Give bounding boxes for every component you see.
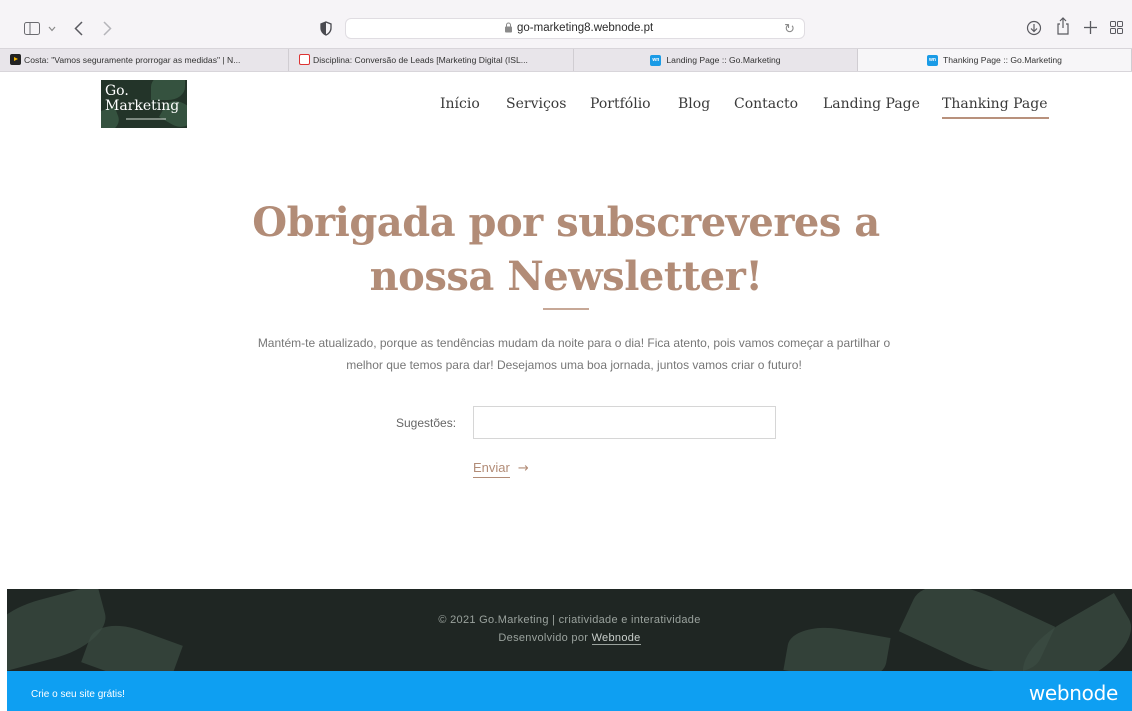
page-title: Obrigada por subscreveres a nossa Newsle… (252, 199, 880, 300)
webnode-icon: wn (927, 54, 939, 66)
tab-landing-page[interactable]: wn Landing Page :: Go.Marketing (574, 49, 858, 71)
active-nav-indicator (942, 117, 1049, 119)
download-icon[interactable] (1026, 20, 1042, 36)
developed-by: Desenvolvido por Webnode (7, 632, 1132, 645)
webnode-link[interactable]: Webnode (591, 632, 641, 645)
logo-tagline-mark (126, 118, 166, 120)
back-icon[interactable] (74, 21, 83, 36)
site-footer: © 2021 Go.Marketing | criatividade e int… (7, 589, 1132, 671)
main-nav: Início Serviços Portfólio Blog Contacto … (0, 96, 1132, 118)
plus-icon[interactable] (1084, 21, 1097, 34)
tab-bar: Costa: "Vamos seguramente prorrogar as m… (0, 48, 1132, 72)
title-divider (543, 308, 589, 310)
chevron-down-icon[interactable] (48, 26, 56, 32)
suggestions-label: Sugestões: (396, 416, 457, 430)
url-text: go-marketing8.webnode.pt (517, 22, 654, 34)
copyright-text: © 2021 Go.Marketing | criatividade e int… (438, 614, 701, 626)
lock-icon (505, 22, 512, 33)
tab-title: Thanking Page :: Go.Marketing (943, 55, 1062, 65)
webnode-banner: Crie o seu site grátis! webnode (7, 671, 1132, 711)
nav-item-blog[interactable]: Blog (678, 96, 710, 112)
create-site-link[interactable]: Crie o seu site grátis! (31, 689, 125, 700)
developed-prefix: Desenvolvido por (498, 632, 589, 644)
tab-title: Disciplina: Conversão de Leads [Marketin… (313, 55, 528, 65)
submit-button[interactable]: Enviar → (473, 460, 529, 478)
browser-toolbar: go-marketing8.webnode.pt ↻ (0, 0, 1132, 48)
reload-icon[interactable]: ↻ (784, 21, 795, 37)
tab-costa[interactable]: Costa: "Vamos seguramente prorrogar as m… (0, 49, 289, 71)
suggestions-input[interactable] (473, 406, 776, 439)
tab-thanking-page[interactable]: wn Thanking Page :: Go.Marketing (858, 49, 1132, 71)
arrow-right-icon: → (517, 461, 529, 476)
address-bar[interactable]: go-marketing8.webnode.pt ↻ (345, 18, 805, 39)
intro-text: Mantém-te atualizado, porque as tendênci… (257, 336, 891, 372)
tab-title: Costa: "Vamos seguramente prorrogar as m… (24, 55, 241, 65)
nav-item-servicos[interactable]: Serviços (506, 96, 566, 112)
nav-item-thanking-page[interactable]: Thanking Page (942, 96, 1048, 112)
submit-label: Enviar (473, 460, 510, 478)
tab-title: Landing Page :: Go.Marketing (666, 55, 781, 65)
webnode-logo[interactable]: webnode (1029, 681, 1118, 705)
share-icon[interactable] (1056, 17, 1070, 35)
nav-item-portfolio[interactable]: Portfólio (590, 96, 651, 112)
nav-item-inicio[interactable]: Início (440, 96, 480, 112)
sidebar-icon[interactable] (24, 22, 40, 35)
tab-disciplina[interactable]: Disciplina: Conversão de Leads [Marketin… (289, 49, 574, 71)
nav-item-contacto[interactable]: Contacto (734, 96, 798, 112)
forward-icon[interactable] (103, 21, 112, 36)
webnode-icon: wn (650, 54, 662, 66)
shield-icon[interactable] (320, 21, 332, 36)
nav-item-landing-page[interactable]: Landing Page (823, 96, 920, 112)
document-icon (299, 54, 310, 65)
tab-grid-icon[interactable] (1110, 21, 1123, 34)
video-icon (10, 54, 21, 65)
